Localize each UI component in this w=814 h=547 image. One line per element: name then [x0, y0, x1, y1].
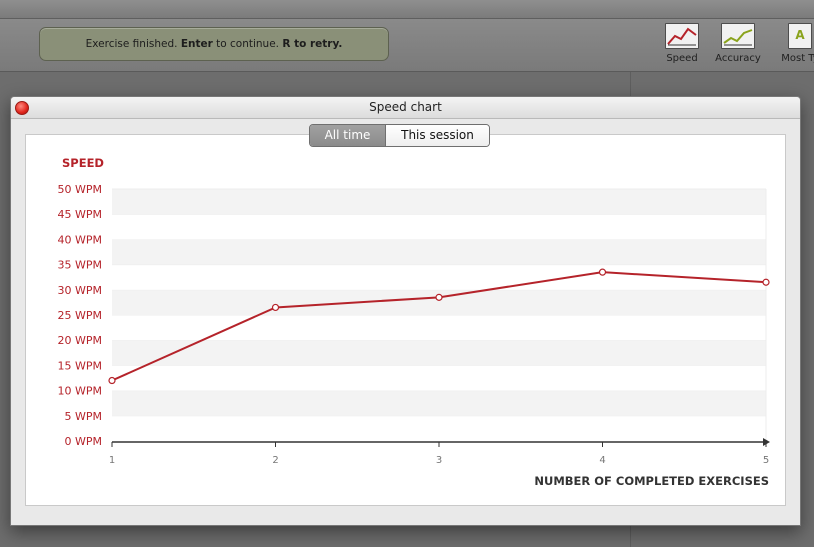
y-tick-label: 50 WPM — [58, 183, 103, 196]
most-typed-button-label: Most Ty — [781, 53, 814, 64]
speed-line-chart: SPEED 0 WPM 5 WPM 10 WPM 15 WPM 20 WPM 25 WPM… — [58, 156, 770, 488]
app-toolbar: Exercise finished. Enter to continue. R … — [0, 19, 814, 72]
y-tick-label: 35 WPM — [58, 259, 103, 272]
x-tick-label: 4 — [599, 455, 605, 466]
grid-band — [112, 415, 766, 441]
grid-band — [112, 390, 766, 416]
exercise-status: Exercise finished. Enter to continue. R … — [39, 27, 389, 61]
close-icon[interactable] — [15, 101, 29, 115]
grid-band — [112, 214, 766, 240]
speed-chart-dialog: Speed chart All time This session SPEED … — [10, 96, 801, 526]
x-tick-label: 3 — [436, 455, 442, 466]
y-axis-title: SPEED — [62, 156, 104, 170]
grid-band — [112, 189, 766, 215]
grid-band — [112, 264, 766, 290]
y-tick-label: 0 WPM — [65, 435, 103, 448]
accuracy-button-label: Accuracy — [715, 53, 761, 64]
y-tick-label: 10 WPM — [58, 385, 103, 398]
y-tick-label: 20 WPM — [58, 334, 103, 347]
accuracy-chart-button[interactable]: Accuracy — [710, 23, 766, 67]
letter-a-glyph: A — [795, 28, 805, 42]
y-tick-label: 25 WPM — [58, 309, 103, 322]
x-axis-title: NUMBER OF COMPLETED EXERCISES — [534, 474, 769, 488]
data-point — [598, 268, 607, 276]
y-tick-label: 40 WPM — [58, 233, 103, 246]
status-enter-key: Enter — [180, 38, 213, 50]
speed-button-label: Speed — [666, 53, 698, 64]
dialog-title: Speed chart — [369, 100, 442, 114]
grid-band — [112, 365, 766, 391]
y-tick-label: 15 WPM — [58, 359, 103, 372]
y-tick-label: 5 WPM — [65, 410, 103, 423]
dialog-titlebar[interactable]: Speed chart — [11, 97, 800, 119]
grid-band — [112, 289, 766, 315]
speed-chart-icon — [665, 23, 699, 49]
grid-band — [112, 340, 766, 366]
tab-all-time[interactable]: All time — [310, 125, 386, 146]
y-tick-label: 45 WPM — [58, 208, 103, 221]
chart-panel: SPEED 0 WPM 5 WPM 10 WPM 15 WPM 20 WPM 25 WPM… — [25, 134, 786, 506]
accuracy-chart-icon — [721, 23, 755, 49]
grid-band — [112, 239, 766, 265]
most-typed-button[interactable]: A Most Ty — [772, 23, 814, 67]
data-point — [108, 376, 116, 385]
status-text-2: to continue. — [212, 38, 283, 50]
data-point — [435, 293, 443, 301]
x-tick-label: 5 — [763, 455, 769, 466]
speed-chart-button[interactable]: Speed — [654, 23, 710, 67]
data-point — [762, 278, 770, 286]
x-tick-label: 1 — [109, 455, 115, 466]
data-point — [271, 303, 280, 312]
tab-this-session[interactable]: This session — [386, 125, 489, 146]
status-text-1: Exercise finished. — [85, 38, 181, 50]
letter-a-icon: A — [788, 23, 812, 49]
y-tick-label: 30 WPM — [58, 284, 103, 297]
status-retry-key: R to retry. — [282, 38, 343, 50]
app-titlebar — [0, 0, 814, 19]
range-segmented-control: All time This session — [309, 124, 490, 147]
x-tick-label: 2 — [272, 455, 278, 466]
